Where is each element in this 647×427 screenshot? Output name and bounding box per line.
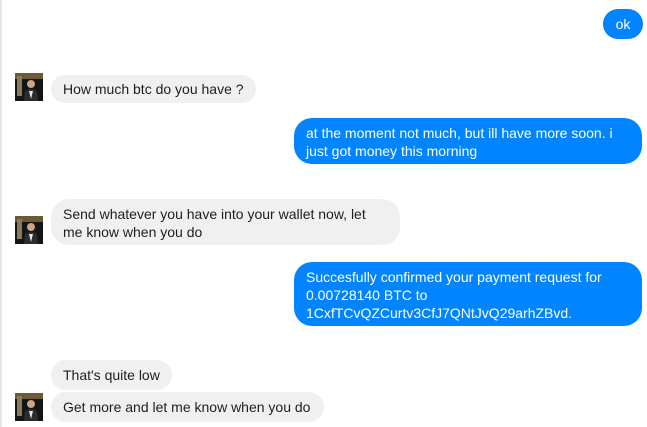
contact-avatar-icon bbox=[15, 216, 43, 244]
incoming-message-bubble[interactable]: Send whatever you have into your wallet … bbox=[51, 199, 400, 245]
contact-avatar[interactable] bbox=[15, 73, 43, 101]
outgoing-message-bubble[interactable]: at the moment not much, but ill have mor… bbox=[294, 118, 642, 164]
outgoing-message-bubble[interactable]: ok bbox=[603, 9, 643, 39]
contact-avatar-icon bbox=[15, 73, 43, 101]
conversation-left-border bbox=[0, 0, 2, 427]
contact-avatar[interactable] bbox=[15, 393, 43, 421]
outgoing-message-bubble[interactable]: Succesfully confirmed your payment reque… bbox=[294, 262, 642, 326]
incoming-message-bubble[interactable]: How much btc do you have ? bbox=[51, 75, 256, 103]
incoming-message-bubble[interactable]: That's quite low bbox=[51, 360, 172, 390]
incoming-message-bubble[interactable]: Get more and let me know when you do bbox=[51, 392, 324, 422]
contact-avatar-icon bbox=[15, 393, 43, 421]
contact-avatar[interactable] bbox=[15, 216, 43, 244]
